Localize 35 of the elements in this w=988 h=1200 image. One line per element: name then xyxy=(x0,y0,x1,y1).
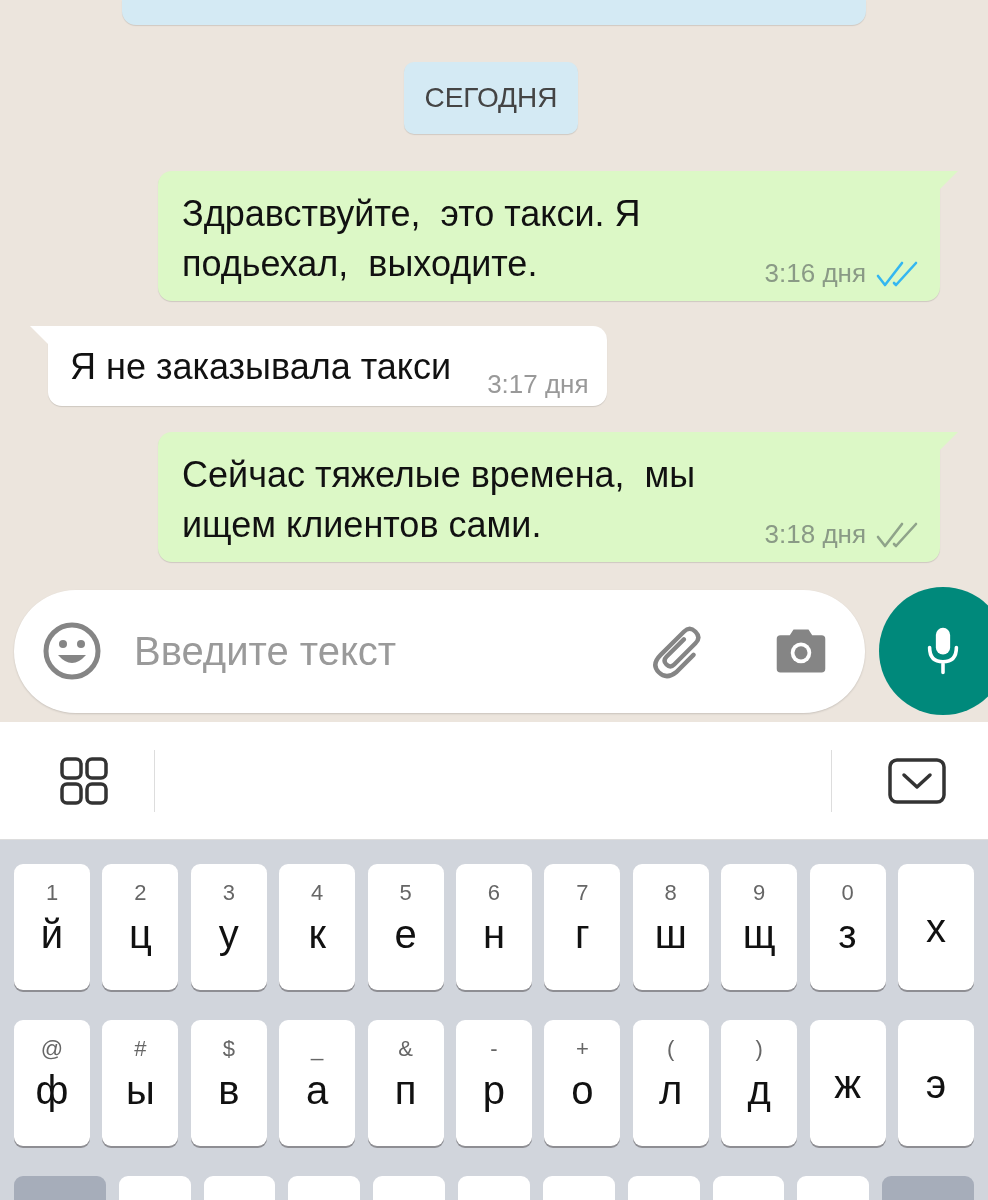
keyboard-key[interactable]: 0 з xyxy=(809,864,886,990)
keyboard-key[interactable]: 2 ц xyxy=(102,864,179,990)
keyboard-key[interactable]: 4 к xyxy=(279,864,356,990)
keyboard-key[interactable]: $ в xyxy=(190,1020,267,1146)
keyboard-key[interactable]: ( л xyxy=(632,1020,709,1146)
keyboard-key[interactable]: @ ф xyxy=(14,1020,90,1146)
message-text: Сейчас тяжелые времена, мы ищем клиентов сами. xyxy=(182,453,697,547)
message-time: 3:16 дня xyxy=(764,258,866,289)
hide-keyboard-icon[interactable] xyxy=(888,757,946,804)
keyboard-key[interactable]: 8 ш xyxy=(632,864,709,990)
message-input[interactable]: Введите текст xyxy=(132,627,651,675)
date-chip: СЕГОДНЯ xyxy=(404,62,578,134)
keyboard-key[interactable]: 9 щ xyxy=(721,864,798,990)
message-text: Я не заказывала такси xyxy=(70,345,452,389)
apps-grid-icon[interactable] xyxy=(60,756,108,805)
microphone-icon xyxy=(925,626,961,676)
keyboard-key[interactable]: 5 е xyxy=(367,864,444,990)
keyboard-key[interactable]: 7 г xyxy=(544,864,621,990)
message-time: 3:18 дня xyxy=(764,519,866,550)
keyboard-key[interactable]: ) д xyxy=(721,1020,798,1146)
keyboard-key[interactable]: & п xyxy=(367,1020,444,1146)
keyboard-key[interactable]: # ы xyxy=(102,1020,179,1146)
message-text: Здравствуйте, это такси. Я подьехал, выходите. xyxy=(182,192,642,286)
keyboard-key[interactable]: - р xyxy=(455,1020,532,1146)
keyboard-key[interactable]: х xyxy=(897,864,974,990)
emoji-icon[interactable] xyxy=(42,621,102,681)
keyboard-key[interactable]: 3 у xyxy=(190,864,267,990)
keyboard-key[interactable]: 6 н xyxy=(455,864,532,990)
keyboard-key[interactable]: + о xyxy=(544,1020,621,1146)
keyboard-key[interactable]: _ а xyxy=(279,1020,356,1146)
keyboard-key[interactable]: э xyxy=(897,1020,974,1146)
message-input-field[interactable]: Введите текст xyxy=(14,589,865,713)
keyboard-key[interactable]: 1 й xyxy=(14,864,90,990)
keyboard-key[interactable]: ж xyxy=(809,1020,886,1146)
message-time: 3:17 дня xyxy=(487,369,589,400)
